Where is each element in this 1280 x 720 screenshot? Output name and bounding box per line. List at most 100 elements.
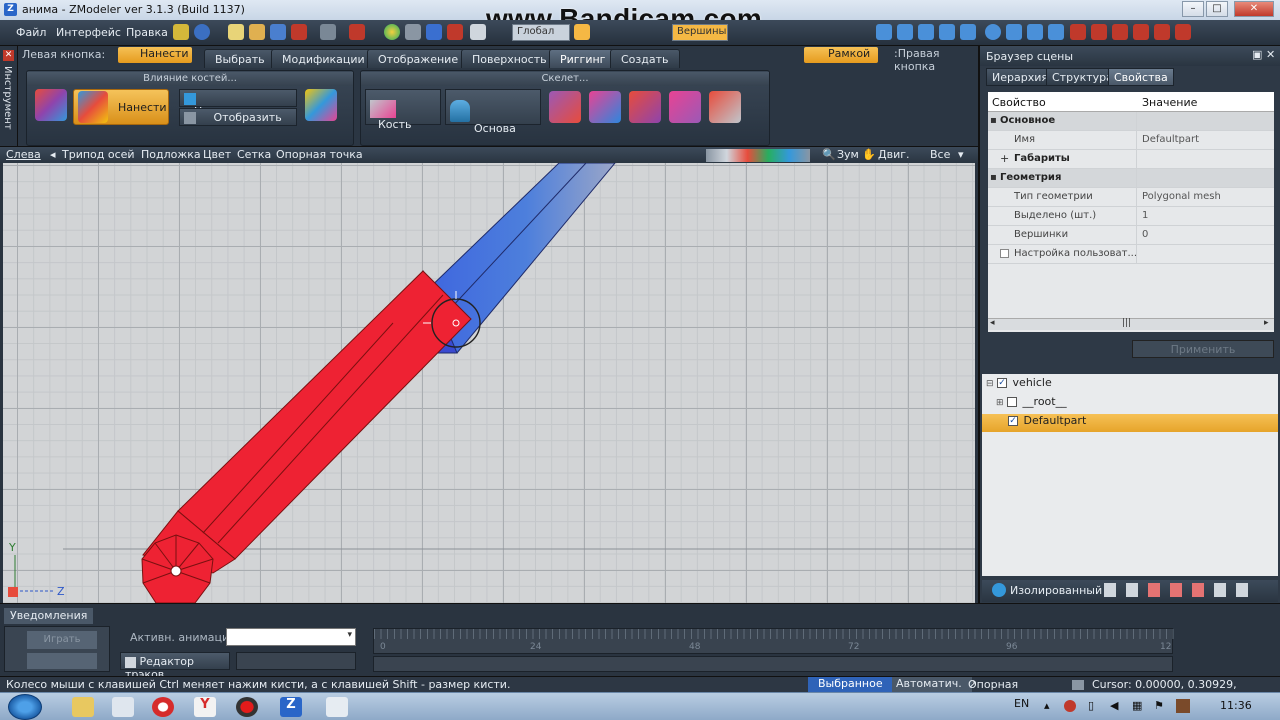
tab-display[interactable]: Отображение [367, 49, 470, 68]
undo-icon[interactable] [426, 24, 442, 40]
zoom-icon[interactable]: 🔍 [822, 148, 836, 161]
tree-item-selected[interactable]: ✓ Defaultpart [982, 414, 1278, 432]
expand-icon[interactable]: + [1000, 152, 1009, 165]
skeleton-tool-icon-5[interactable] [709, 91, 741, 123]
close-icon[interactable]: ✕ [3, 50, 14, 61]
collapse-icon[interactable]: ▪ [990, 172, 997, 183]
tray-record-icon[interactable] [1064, 700, 1076, 712]
skeleton-tool-icon-3[interactable] [629, 91, 661, 123]
toolbar-icon-16[interactable] [1070, 24, 1086, 40]
toolbar-icon-7[interactable] [876, 24, 892, 40]
view-option-axis-tripod[interactable]: Трипод осей [62, 148, 135, 161]
zmodeler-icon[interactable]: Z [280, 697, 302, 717]
minimize-button[interactable]: – [1182, 1, 1204, 17]
play-button[interactable]: Играть [27, 631, 97, 649]
toolbar-icon-2[interactable] [320, 24, 336, 40]
document-icon[interactable] [112, 697, 134, 717]
tab-properties[interactable]: Свойства [1108, 68, 1174, 86]
maximize-button[interactable]: □ [1206, 1, 1228, 17]
footer-icon-6[interactable] [1214, 583, 1226, 597]
panel-pin-icon[interactable]: ▣ [1252, 48, 1262, 61]
tree-item[interactable]: ⊞ __root__ [996, 395, 1196, 413]
tab-select[interactable]: Выбрать [204, 49, 276, 68]
pivot-mode-button[interactable]: ↗ Опорная точка [964, 677, 1018, 704]
menu-file[interactable]: Файл [16, 26, 46, 39]
render-icon[interactable] [384, 24, 400, 40]
footer-icon-7[interactable] [1236, 583, 1248, 597]
tray-chevron-icon[interactable]: ▴ [1044, 699, 1050, 712]
selection-mode-select[interactable]: Вершины [672, 24, 728, 41]
footer-icon-2[interactable] [1126, 583, 1138, 597]
toolbar-icon-13[interactable] [1006, 24, 1022, 40]
selected-mode-button[interactable]: Выбранное [808, 677, 893, 692]
view-option-pivot[interactable]: Опорная точка [276, 148, 363, 161]
timeline-track[interactable] [373, 656, 1173, 672]
collapse-icon[interactable]: ▪ [990, 115, 997, 126]
delete-icon[interactable] [291, 24, 307, 40]
property-value[interactable]: Defaultpart [1142, 134, 1199, 145]
bandicam-icon[interactable] [236, 697, 258, 717]
auto-mode-button[interactable]: Автоматич. [892, 677, 966, 692]
visibility-checkbox[interactable]: ✓ [1008, 416, 1018, 426]
toolbar-icon-11[interactable] [960, 24, 976, 40]
footer-icon-3[interactable] [1148, 583, 1160, 597]
start-button[interactable] [8, 694, 42, 720]
track-editor-button[interactable]: Редактор трэков [120, 652, 230, 681]
toolbar-icon-21[interactable] [1175, 24, 1191, 40]
tree-item[interactable]: ⊟ ✓ vehicle [986, 376, 1186, 394]
collapse-icon[interactable]: ⊟ [986, 379, 994, 389]
toolbar-icon-14[interactable] [1027, 24, 1043, 40]
toolbar-icon-18[interactable] [1112, 24, 1128, 40]
move-label[interactable]: Двиг. [878, 148, 910, 161]
toolbar-icon-12[interactable] [985, 24, 1001, 40]
expand-icon[interactable]: ⊞ [996, 398, 1004, 408]
toolbar-icon-9[interactable] [918, 24, 934, 40]
tab-modify[interactable]: Модификации [271, 49, 376, 68]
toolbar-icon-17[interactable] [1091, 24, 1107, 40]
skeleton-tool-icon-4[interactable] [669, 91, 701, 123]
view-option-backdrop[interactable]: Подложка [141, 148, 201, 161]
tab-create[interactable]: Создать [610, 49, 680, 68]
timeline-ruler[interactable]: 0 24 48 72 96 12 [373, 628, 1174, 654]
toolbar-icon-4[interactable] [405, 24, 421, 40]
3d-viewport[interactable]: Y Z [3, 163, 975, 603]
tray-icon-1[interactable]: ▯ [1088, 699, 1094, 712]
toolbar-icon-1[interactable] [173, 24, 189, 40]
save-icon[interactable] [270, 24, 286, 40]
view-option-grid[interactable]: Сетка [237, 148, 271, 161]
view-name[interactable]: Слева [6, 148, 41, 161]
close-button[interactable]: ✕ [1234, 1, 1274, 17]
toolbar-icon-6[interactable] [574, 24, 590, 40]
tools-side-label[interactable]: Инструмент [2, 66, 13, 130]
yandex-icon[interactable]: Y [194, 697, 216, 717]
toolbar-icon-5[interactable] [470, 24, 486, 40]
active-animation-select[interactable]: ▾ [226, 628, 356, 646]
normalize-button[interactable]: Нормализовать [179, 89, 297, 118]
zoom-label[interactable]: Зум [837, 148, 859, 161]
reflect-button[interactable]: Отобразить [179, 108, 297, 126]
toolbar-icon-19[interactable] [1133, 24, 1149, 40]
language-indicator[interactable]: EN [1014, 697, 1029, 710]
volume-icon[interactable]: ◀ [1110, 699, 1118, 712]
property-category[interactable]: ▪ Основное [988, 112, 1274, 131]
isolate-icon[interactable] [992, 583, 1006, 597]
toolbar-icon-8[interactable] [897, 24, 913, 40]
all-label[interactable]: Все [930, 148, 950, 161]
scroll-thumb-grip-icon[interactable]: ||| [1122, 318, 1131, 328]
playback-secondary-button[interactable] [27, 653, 97, 669]
tray-app-icon[interactable] [1176, 699, 1190, 713]
tab-rigging[interactable]: Риггинг [549, 49, 617, 68]
left-button-mode-chip[interactable]: Нанести [118, 47, 192, 63]
checkbox[interactable] [1000, 249, 1009, 258]
property-category[interactable]: ▪ Геометрия [988, 169, 1274, 188]
track-field[interactable] [236, 652, 356, 670]
new-file-icon[interactable] [228, 24, 244, 40]
flag-icon[interactable]: ⚑ [1154, 699, 1164, 712]
opera-icon[interactable] [152, 697, 174, 717]
menu-edit[interactable]: Правка [126, 26, 168, 39]
horizontal-scrollbar[interactable]: ◂ ||| ▸ [988, 318, 1274, 330]
clock[interactable]: 11:36 [1220, 699, 1252, 712]
property-row[interactable]: Настройка пользоват... [988, 245, 1274, 264]
skeleton-tool-icon-2[interactable] [589, 91, 621, 123]
view-option-color[interactable]: Цвет [203, 148, 231, 161]
